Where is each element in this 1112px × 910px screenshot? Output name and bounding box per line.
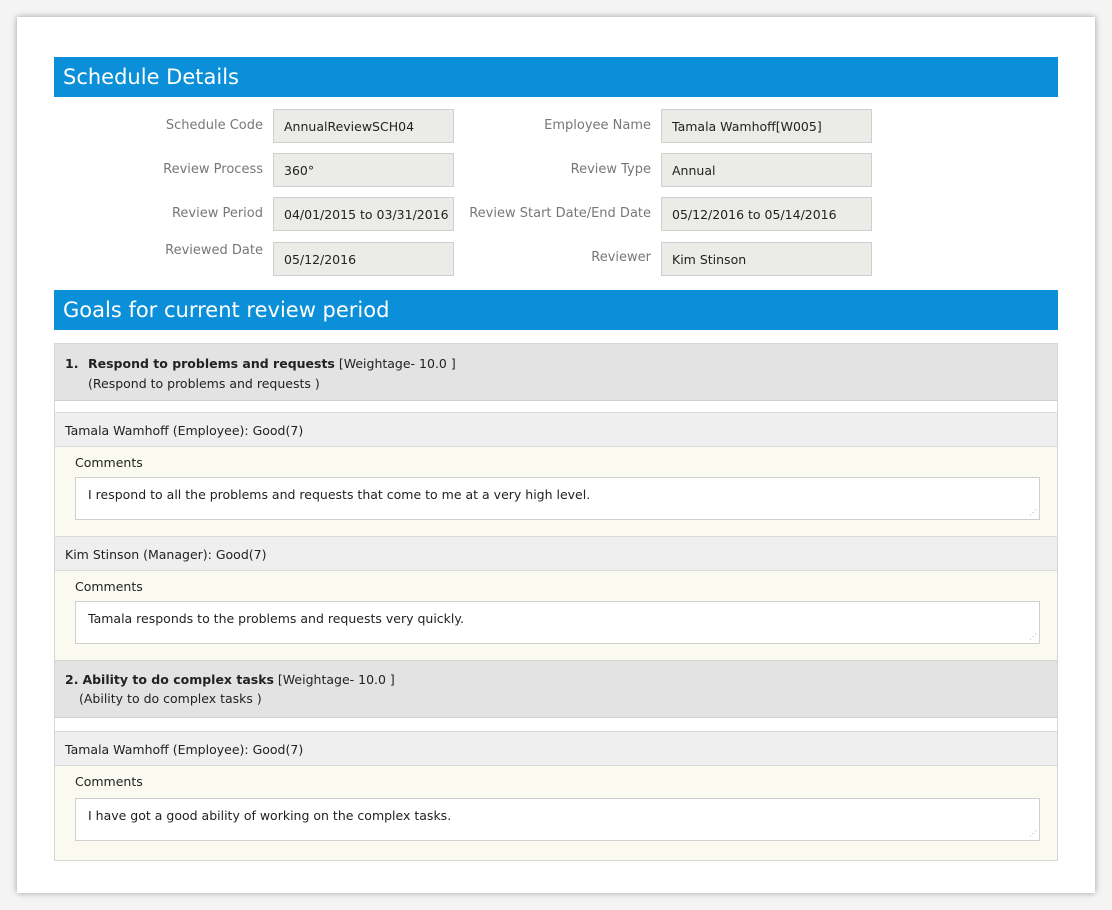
comment-text: I have got a good ability of working on … [88,808,452,823]
rating-row: Tamala Wamhoff (Employee): Good(7) [55,731,1057,766]
review-type-label: Review Type [570,162,651,177]
reviewer-field: Kim Stinson [661,242,872,276]
goal-weightage: [Weightage- 10.0 ] [273,672,395,687]
review-type-field: Annual [661,153,872,187]
resize-grip-icon[interactable]: ⋰ [1028,830,1037,839]
reviewer-label: Reviewer [591,250,651,265]
reviewed-date-label: Reviewed Date [165,243,263,258]
comments-section: Comments I have got a good ability of wo… [55,766,1057,860]
goal-title: 2. Ability to do complex tasks [Weightag… [65,672,395,687]
goal-description: (Ability to do complex tasks ) [79,691,262,706]
review-period-field: 04/01/2015 to 03/31/2016 [273,197,454,231]
comments-label: Comments [75,579,143,594]
goal-description: (Respond to problems and requests ) [88,376,320,391]
comment-textarea[interactable]: I respond to all the problems and reques… [75,477,1040,520]
review-start-end-field: 05/12/2016 to 05/14/2016 [661,197,872,231]
goal-name: Respond to problems and requests [88,356,335,371]
goals-panel: 1. Respond to problems and requests [Wei… [54,343,1058,861]
comments-section: Comments Tamala responds to the problems… [55,571,1057,660]
goal-number: 2. [65,672,79,687]
employee-name-label: Employee Name [544,118,651,133]
goal-title: Respond to problems and requests [Weight… [88,356,456,371]
comment-textarea[interactable]: Tamala responds to the problems and requ… [75,601,1040,644]
goal-weightage: [Weightage- 10.0 ] [334,356,456,371]
rating-row: Tamala Wamhoff (Employee): Good(7) [55,412,1057,447]
review-process-label: Review Process [163,162,263,177]
reviewed-date-field: 05/12/2016 [273,242,454,276]
schedule-details-header: Schedule Details [54,57,1058,97]
goal-number: 1. [65,356,79,371]
comment-text: Tamala responds to the problems and requ… [88,611,464,626]
schedule-code-label: Schedule Code [165,118,263,133]
comments-label: Comments [75,455,143,470]
comments-section: Comments I respond to all the problems a… [55,447,1057,536]
comment-textarea[interactable]: I have got a good ability of working on … [75,798,1040,841]
goal-name: Ability to do complex tasks [82,672,274,687]
goals-header: Goals for current review period [54,290,1058,330]
employee-name-field: Tamala Wamhoff[W005] [661,109,872,143]
resize-grip-icon[interactable]: ⋰ [1028,633,1037,642]
goal-item: 2. Ability to do complex tasks [Weightag… [55,660,1057,718]
review-period-label: Review Period [171,206,263,221]
review-process-field: 360° [273,153,454,187]
comment-text: I respond to all the problems and reques… [88,487,591,502]
review-page: Schedule Details Schedule Code AnnualRev… [17,17,1095,893]
resize-grip-icon[interactable]: ⋰ [1028,509,1037,518]
comments-label: Comments [75,774,143,789]
review-start-end-label: Review Start Date/End Date [469,206,651,221]
schedule-code-field: AnnualReviewSCH04 [273,109,454,143]
rating-row: Kim Stinson (Manager): Good(7) [55,536,1057,571]
goal-item: 1. Respond to problems and requests [Wei… [55,344,1057,401]
